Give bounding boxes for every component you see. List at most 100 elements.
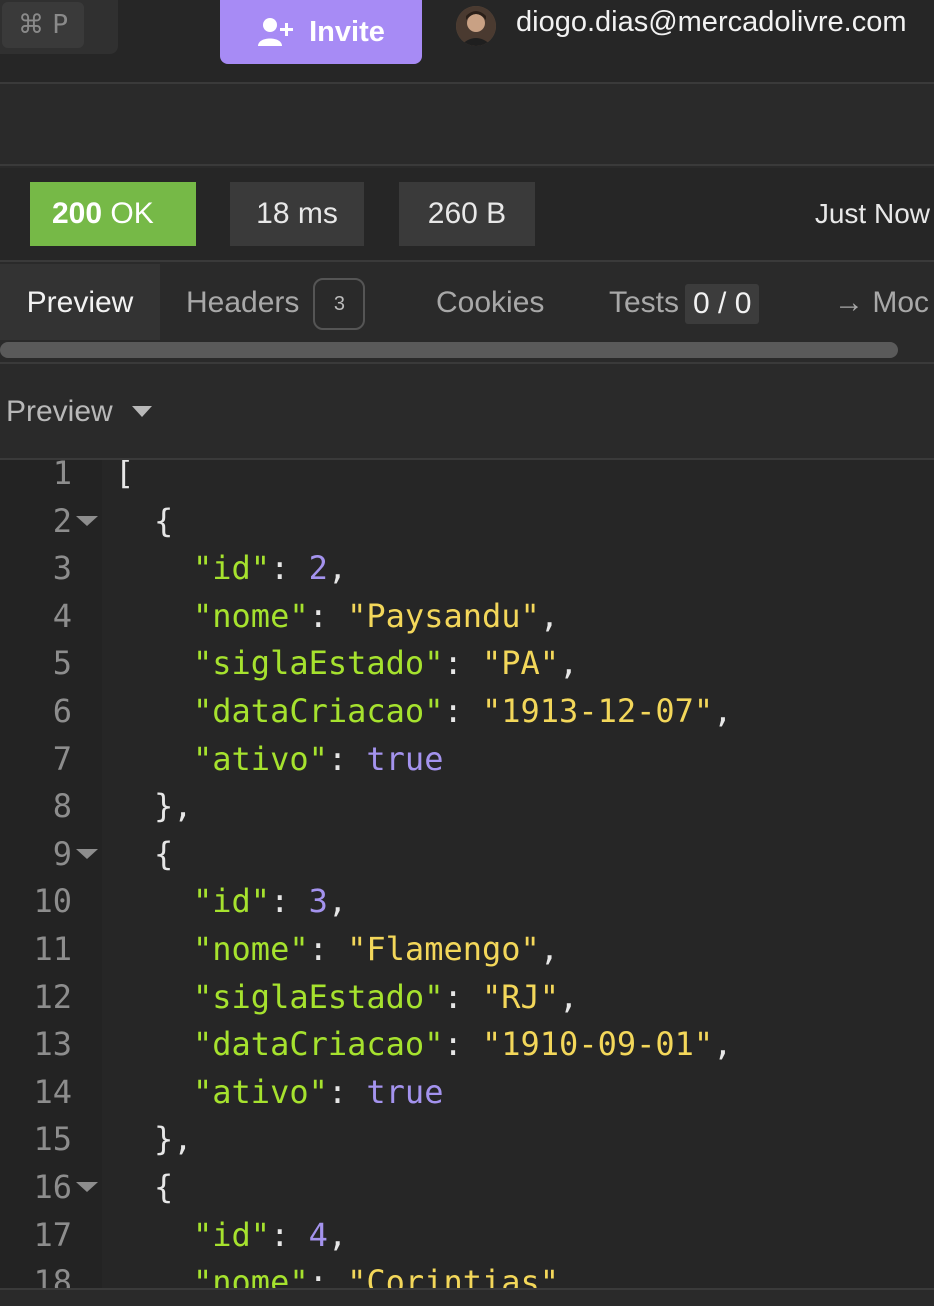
- code-text: "dataCriacao": "1910-09-01",: [193, 1021, 732, 1069]
- avatar[interactable]: [456, 6, 496, 46]
- code-text: "siglaEstado": "RJ",: [193, 974, 578, 1022]
- top-bar: ⌘ P Invite diogo.dias@mercadolivre.com: [0, 0, 934, 84]
- code-line: 5 "siglaEstado": "PA",: [0, 640, 934, 688]
- command-palette-area: ⌘ P: [0, 0, 118, 54]
- line-number: 14: [33, 1072, 72, 1111]
- code-token: :: [443, 691, 482, 730]
- tab-cookies[interactable]: Cookies: [436, 264, 544, 342]
- fold-toggle-icon[interactable]: [76, 515, 98, 526]
- preview-mode-bar: Preview: [0, 362, 934, 460]
- response-time-badge: 18 ms: [230, 182, 364, 246]
- line-number: 8: [52, 787, 72, 826]
- code-token: "Flamengo": [347, 929, 540, 968]
- code-token: "PA": [481, 644, 560, 683]
- line-number: 9: [52, 834, 72, 873]
- code-token: :: [270, 1215, 309, 1254]
- user-email[interactable]: diogo.dias@mercadolivre.com: [516, 6, 907, 39]
- line-number: 15: [33, 1120, 72, 1159]
- code-line: 10 "id": 3,: [0, 878, 934, 926]
- line-number: 18: [33, 1263, 72, 1288]
- code-text: "dataCriacao": "1913-12-07",: [193, 688, 732, 736]
- tab-mock[interactable]: → Moc: [834, 264, 929, 342]
- tabs-scrollbar[interactable]: [0, 340, 934, 360]
- preview-mode-dropdown[interactable]: Preview: [6, 364, 153, 460]
- code-token: :: [308, 929, 348, 968]
- tabs-scrollbar-thumb[interactable]: [0, 342, 898, 358]
- response-tabs: Preview Headers 3 Cookies Tests 0 / 0 → Mo…: [0, 264, 934, 342]
- code-line: 3 "id": 2,: [0, 545, 934, 593]
- code-line: 2{: [0, 498, 934, 546]
- code-token: true: [366, 739, 444, 778]
- code-token: "nome": [193, 596, 309, 635]
- invite-label: Invite: [309, 15, 385, 48]
- response-status-bar: 200 OK 18 ms 260 B Just Now: [0, 168, 934, 262]
- tab-preview[interactable]: Preview: [0, 264, 160, 342]
- preview-mode-label: Preview: [6, 395, 113, 428]
- code-token: ,: [713, 691, 733, 730]
- code-text: {: [154, 1164, 173, 1212]
- code-text: "nome": "Corintias",: [193, 1259, 578, 1288]
- code-line: 7 "ativo": true: [0, 736, 934, 784]
- code-line: 15},: [0, 1116, 934, 1164]
- code-token: ,: [327, 882, 348, 921]
- code-text: "ativo": true: [193, 736, 443, 784]
- tab-headers-label: Headers: [186, 286, 300, 319]
- code-line: 13 "dataCriacao": "1910-09-01",: [0, 1021, 934, 1069]
- code-token: :: [443, 977, 482, 1016]
- command-palette-shortcut[interactable]: ⌘ P: [2, 2, 84, 48]
- code-text: },: [154, 1116, 193, 1164]
- add-user-icon: [258, 18, 294, 46]
- code-token: :: [270, 882, 309, 921]
- code-token: ,: [327, 549, 348, 588]
- line-number: 1: [52, 460, 72, 492]
- line-number: 10: [33, 882, 72, 921]
- code-token: "dataCriacao": [193, 1025, 444, 1064]
- fold-toggle-icon[interactable]: [76, 848, 98, 859]
- response-body-viewer[interactable]: 1[2{3 "id": 2, 4 "nome": "Paysandu", 5 "sigla…: [0, 460, 934, 1288]
- code-token: [: [115, 460, 135, 492]
- code-token: {: [154, 1167, 174, 1206]
- code-text: "id": 3,: [193, 878, 347, 926]
- code-token: :: [270, 549, 309, 588]
- fold-toggle-icon[interactable]: [76, 1181, 98, 1192]
- code-token: "Corintias": [347, 1263, 560, 1288]
- invite-button[interactable]: Invite: [220, 0, 422, 64]
- code-token: :: [327, 1072, 367, 1111]
- code-line: 11 "nome": "Flamengo",: [0, 926, 934, 974]
- code-line: 8},: [0, 783, 934, 831]
- code-token: "1910-09-01": [481, 1025, 714, 1064]
- code-token: 2: [308, 549, 328, 588]
- code-token: ,: [539, 929, 560, 968]
- code-line: 18 "nome": "Corintias",: [0, 1259, 934, 1288]
- avatar-image-icon: [456, 6, 496, 46]
- code-token: 4: [308, 1215, 328, 1254]
- line-number: 5: [52, 644, 72, 683]
- code-text: [: [115, 460, 134, 498]
- code-text: "ativo": true: [193, 1069, 443, 1117]
- code-token: 3: [308, 882, 328, 921]
- code-token: ,: [559, 644, 579, 683]
- code-token: ,: [559, 977, 579, 1016]
- response-timestamp[interactable]: Just Now: [815, 182, 930, 246]
- code-line: 17 "id": 4,: [0, 1212, 934, 1260]
- tab-tests[interactable]: Tests 0 / 0: [609, 264, 760, 342]
- request-toolbar: [0, 86, 934, 166]
- code-text: "nome": "Paysandu",: [193, 593, 559, 641]
- line-number: 13: [33, 1025, 72, 1064]
- line-number: 11: [33, 929, 72, 968]
- status-text: OK: [110, 197, 154, 230]
- code-token: {: [154, 834, 174, 873]
- code-text: {: [154, 498, 173, 546]
- code-token: :: [443, 1025, 482, 1064]
- line-number: 2: [52, 501, 72, 540]
- code-text: },: [154, 783, 193, 831]
- code-token: :: [327, 739, 367, 778]
- line-number: 7: [52, 739, 72, 778]
- code-line: 14 "ativo": true: [0, 1069, 934, 1117]
- code-token: "dataCriacao": [193, 691, 444, 730]
- code-token: "siglaEstado": [193, 644, 444, 683]
- code-token: "ativo": [193, 739, 328, 778]
- code-line: 4 "nome": "Paysandu",: [0, 593, 934, 641]
- tab-headers[interactable]: Headers 3: [186, 264, 366, 342]
- response-size-badge: 260 B: [399, 182, 535, 246]
